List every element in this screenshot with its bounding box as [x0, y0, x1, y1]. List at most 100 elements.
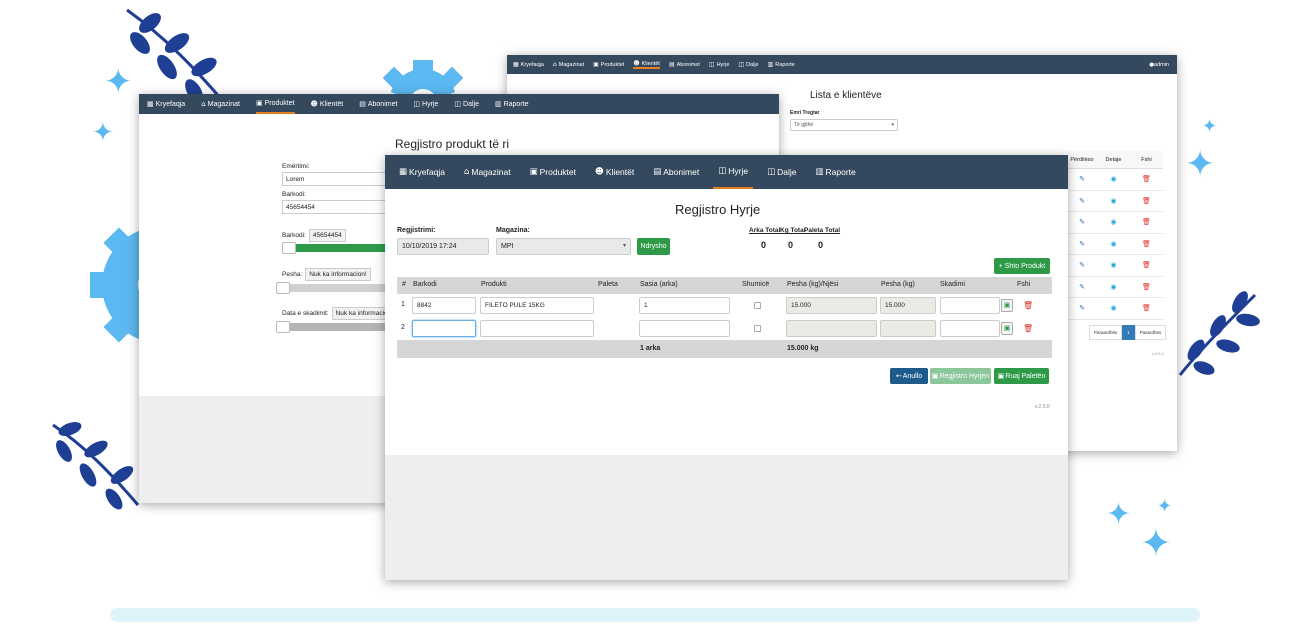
delete-icon[interactable]: 🗑: [1130, 197, 1163, 205]
total-crates-header: Arka Total: [749, 227, 781, 234]
total-kg-header: Kg Total: [780, 227, 806, 234]
quantity-input[interactable]: 1: [639, 297, 730, 314]
view-details-icon[interactable]: ◉: [1097, 175, 1130, 183]
next-page-button[interactable]: Pasardhës: [1134, 325, 1167, 340]
nav-item-abonimet[interactable]: ▤ Abonimet: [669, 61, 700, 68]
barcode-info: Barkodi: 45654454: [282, 229, 346, 242]
nav-item-kryefaqja[interactable]: ▦ Kryefaqja: [147, 94, 185, 114]
delete-row-icon[interactable]: 🗑: [1023, 324, 1033, 333]
weight-slider-handle[interactable]: [276, 282, 290, 294]
nav-item-raporte[interactable]: ▥ Raporte: [810, 155, 860, 189]
save-pallet-button[interactable]: ▣ Ruaj Paletën: [994, 368, 1049, 384]
nav-item-raporte[interactable]: ▥ Raporte: [768, 61, 795, 68]
wholesale-checkbox[interactable]: [754, 325, 761, 332]
edit-icon[interactable]: ✎: [1067, 197, 1097, 205]
delete-icon[interactable]: 🗑: [1130, 175, 1163, 183]
nav-item-hyrje[interactable]: ◫ Hyrje: [413, 94, 438, 114]
calendar-icon: ▤: [653, 167, 662, 177]
nav-item-klientet[interactable]: ☻ Klientët: [590, 155, 639, 189]
leaf-decoration-icon: [1178, 291, 1260, 376]
nav-item-kryefaqja[interactable]: ▦ Kryefaqja: [394, 155, 450, 189]
pagination: Paraardhës 1 Pasardhës: [1089, 325, 1167, 340]
home-icon: ⌂: [463, 167, 470, 177]
table-header: Përditëso Detaje Fshi: [1067, 151, 1163, 169]
view-details-icon[interactable]: ◉: [1097, 218, 1130, 226]
unit-weight-field: 15.000: [786, 297, 877, 314]
edit-icon[interactable]: ✎: [1067, 304, 1097, 312]
change-button[interactable]: Ndrysho: [637, 238, 670, 255]
total-pallets-header: Paleta Total: [804, 227, 841, 234]
view-details-icon[interactable]: ◉: [1097, 304, 1130, 312]
edit-icon[interactable]: ✎: [1067, 175, 1097, 183]
edit-icon[interactable]: ✎: [1067, 218, 1097, 226]
sparkle-icon: ✦: [104, 62, 133, 102]
calendar-icon[interactable]: ▣: [1001, 299, 1013, 312]
quantity-input[interactable]: [639, 320, 730, 337]
add-product-button[interactable]: + Shto Produkt: [994, 258, 1050, 274]
warehouse-select[interactable]: MPI ▾: [496, 238, 631, 255]
barcode-slider-handle[interactable]: [282, 242, 296, 254]
view-details-icon[interactable]: ◉: [1097, 283, 1130, 291]
user-menu[interactable]: ● admin: [1149, 55, 1169, 74]
previous-page-button[interactable]: Paraardhës: [1089, 325, 1123, 340]
barcode-input[interactable]: [412, 320, 476, 337]
delete-row-icon[interactable]: 🗑: [1023, 301, 1033, 310]
register-entry-button[interactable]: ▣ Regjistro Hyrjen: [930, 368, 991, 384]
expiry-date-input[interactable]: [940, 297, 1000, 314]
barcode-progress-bar: [282, 244, 392, 252]
page-1-button[interactable]: 1: [1122, 325, 1135, 340]
name-field[interactable]: Lorem: [282, 172, 392, 186]
nav-item-hyrje[interactable]: ◫ Hyrje: [709, 61, 730, 68]
edit-icon[interactable]: ✎: [1067, 261, 1097, 269]
table-header: # Barkodi Produkti Paleta Sasia (arka) S…: [397, 277, 1052, 294]
nav-item-dalje[interactable]: ◫ Dalje: [738, 61, 758, 68]
grid-icon: ▦: [513, 61, 519, 68]
weight-info: Pesha: Nuk ka informacion!: [282, 268, 371, 281]
barcode-field[interactable]: 45654454: [282, 200, 392, 214]
clients-navbar: ▦ Kryefaqja ⌂ Magazinat ▣ Produktet ☻ Klient…: [507, 55, 1177, 74]
expiry-date-input[interactable]: [940, 320, 1000, 337]
view-details-icon[interactable]: ◉: [1097, 197, 1130, 205]
nav-item-magazinat[interactable]: ⌂ Magazinat: [201, 94, 240, 114]
nav-item-magazinat[interactable]: ⌂ Magazinat: [459, 155, 516, 189]
product-input[interactable]: FILETO PULE 15KG: [480, 297, 594, 314]
trade-name-filter-select[interactable]: Të gjithë ▾: [790, 119, 898, 131]
nav-item-produktet[interactable]: ▣ Produktet: [525, 155, 581, 189]
nav-item-hyrje[interactable]: ◫ Hyrje: [713, 155, 754, 189]
nav-item-dalje[interactable]: ◫ Dalje: [454, 94, 479, 114]
nav-item-klientet[interactable]: ☻ Klientët: [311, 94, 344, 114]
delete-icon[interactable]: 🗑: [1130, 261, 1163, 269]
edit-icon[interactable]: ✎: [1067, 283, 1097, 291]
delete-icon[interactable]: 🗑: [1130, 283, 1163, 291]
edit-icon[interactable]: ✎: [1067, 240, 1097, 248]
version-label: v.2.0.0: [1035, 404, 1050, 410]
table-row: ✎ ◉ 🗑: [1067, 169, 1163, 191]
wholesale-checkbox[interactable]: [754, 302, 761, 309]
nav-item-produktet[interactable]: ▣ Produktet: [593, 61, 624, 68]
cancel-button[interactable]: ← Anullo: [890, 368, 928, 384]
nav-item-raporte[interactable]: ▥ Raporte: [495, 94, 529, 114]
leaf-decoration-icon: [52, 422, 140, 510]
column-header: Skadimi: [940, 281, 965, 288]
view-details-icon[interactable]: ◉: [1097, 261, 1130, 269]
chart-icon: ▥: [815, 167, 824, 177]
nav-item-kryefaqja[interactable]: ▦ Kryefaqja: [513, 61, 544, 68]
product-input[interactable]: [480, 320, 594, 337]
calendar-icon[interactable]: ▣: [1001, 322, 1013, 335]
nav-item-abonimet[interactable]: ▤ Abonimet: [359, 94, 397, 114]
unit-weight-field: [786, 320, 877, 337]
nav-item-klientet[interactable]: ☻ Klientët: [633, 60, 660, 69]
expiry-slider-handle[interactable]: [276, 321, 290, 333]
nav-item-abonimet[interactable]: ▤ Abonimet: [648, 155, 704, 189]
version-label: v.2.0.0: [1152, 351, 1164, 356]
registration-date-field[interactable]: 10/10/2019 17:24: [397, 238, 489, 255]
table-footer: 1 arka 15.000 kg: [397, 340, 1052, 358]
delete-icon[interactable]: 🗑: [1130, 304, 1163, 312]
nav-item-dalje[interactable]: ◫ Dalje: [762, 155, 801, 189]
nav-item-produktet[interactable]: ▣ Produktet: [255, 94, 295, 114]
nav-item-magazinat[interactable]: ⌂ Magazinat: [553, 61, 584, 68]
delete-icon[interactable]: 🗑: [1130, 218, 1163, 226]
delete-icon[interactable]: 🗑: [1130, 240, 1163, 248]
barcode-input[interactable]: 8842: [412, 297, 476, 314]
view-details-icon[interactable]: ◉: [1097, 240, 1130, 248]
